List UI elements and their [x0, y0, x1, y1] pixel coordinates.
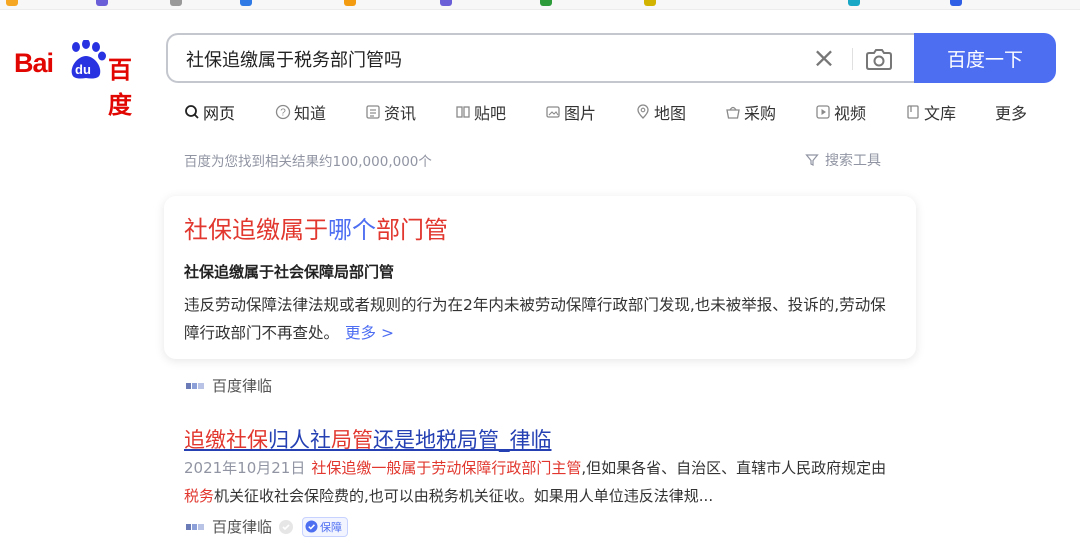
- tab-label: 更多: [995, 104, 1028, 123]
- snippet-text: ,但如果各省、自治区、直辖市人民政府规定由: [581, 459, 887, 477]
- tab-label: 网页: [203, 104, 236, 123]
- source-name: 百度律临: [212, 518, 273, 536]
- document-icon: [907, 105, 919, 119]
- logo-text-bai: Bai: [14, 48, 54, 78]
- search-icon: [185, 105, 199, 119]
- answer-card-title[interactable]: 社保追缴属于哪个部门管: [184, 210, 448, 245]
- filter-icon: [805, 154, 819, 166]
- svg-text:?: ?: [280, 108, 286, 119]
- result-snippet: 2021年10月21日 社保追缴一般属于劳动保障行政部门主管,但如果各省、自治区、…: [184, 454, 900, 510]
- result-title-link[interactable]: 追缴社保归人社局管还是地税局管_律临: [184, 424, 552, 454]
- title-plain: 还是地税局管_律临: [373, 428, 552, 452]
- tab-label: 图片: [564, 104, 597, 123]
- divider: [852, 48, 853, 70]
- camera-icon: [866, 49, 892, 70]
- result-source[interactable]: 百度律临 保障: [186, 516, 349, 537]
- verified-icon: [305, 520, 318, 533]
- tieba-icon: [456, 106, 470, 118]
- tab-map[interactable]: 地图: [635, 98, 686, 126]
- bookmark-item[interactable]: [6, 0, 22, 7]
- bookmark-item[interactable]: [344, 0, 360, 7]
- logo-text-cn: 百度: [108, 56, 132, 119]
- tab-library[interactable]: 文库: [905, 98, 956, 126]
- search-tools-label: 搜索工具: [825, 153, 881, 169]
- answer-source[interactable]: 百度律临: [186, 375, 272, 396]
- bookmarks-bar: [0, 0, 1080, 10]
- bookmark-item[interactable]: [440, 0, 456, 7]
- bookmark-item[interactable]: [644, 0, 660, 7]
- close-icon: ×: [812, 41, 836, 74]
- tab-label: 采购: [744, 104, 777, 123]
- bookmark-item[interactable]: [170, 0, 186, 7]
- logo-text-du: du: [75, 62, 91, 77]
- play-icon: [816, 105, 830, 119]
- guarantee-badge[interactable]: 保障: [302, 516, 349, 537]
- title-plain: 哪个: [328, 216, 376, 244]
- tab-tieba[interactable]: 贴吧: [455, 98, 506, 126]
- title-highlight: 部门管: [376, 216, 448, 244]
- search-box: ×: [166, 33, 914, 83]
- title-highlight: 社保追缴属于: [184, 216, 328, 244]
- tab-label: 地图: [654, 104, 687, 123]
- more-link[interactable]: 更多 >: [345, 324, 394, 342]
- snippet-highlight: 社保追缴一般属于劳动保障行政部门主管: [311, 459, 582, 477]
- tab-more[interactable]: 更多: [995, 98, 1027, 126]
- news-icon: [366, 105, 380, 119]
- source-logo-icon: [186, 382, 204, 389]
- tab-zhidao[interactable]: ? 知道: [275, 98, 326, 126]
- tab-label: 视频: [834, 104, 867, 123]
- clear-search-button[interactable]: ×: [810, 44, 838, 73]
- tab-label: 文库: [924, 104, 957, 123]
- tab-purchase[interactable]: 采购: [725, 98, 776, 126]
- result-date: 2021年10月21日: [184, 459, 306, 477]
- map-pin-icon: [637, 104, 649, 119]
- title-highlight: 局管: [331, 428, 373, 452]
- title-highlight: 追缴社保: [184, 428, 268, 452]
- bookmark-item[interactable]: [950, 0, 966, 7]
- badge-label: 保障: [320, 520, 343, 534]
- image-search-button[interactable]: [864, 45, 894, 73]
- bookmark-item[interactable]: [848, 0, 864, 7]
- tab-images[interactable]: 图片: [545, 98, 596, 126]
- results-count: 百度为您找到相关结果约100,000,000个: [184, 154, 432, 170]
- image-icon: [546, 106, 560, 118]
- tab-web[interactable]: 网页: [184, 98, 235, 126]
- tab-news[interactable]: 资讯: [365, 98, 416, 126]
- shield-icon: [278, 519, 294, 535]
- baidu-logo[interactable]: Bai du 百度: [14, 40, 148, 119]
- answer-card: 社保追缴属于哪个部门管 社保追缴属于社会保障局部门管 违反劳动保障法律法规或者规…: [164, 196, 916, 359]
- search-input[interactable]: [184, 43, 788, 75]
- source-logo-icon: [186, 523, 204, 530]
- question-icon: ?: [275, 104, 291, 120]
- title-plain: 归人社: [268, 428, 331, 452]
- snippet-text: 机关征收社会保险费的,也可以由税务机关征收。如果用人单位违反法律规...: [214, 487, 714, 505]
- answer-text: 违反劳动保障法律法规或者规则的行为在2年内未被劳动保障行政部门发现,也未被举报、…: [184, 296, 886, 342]
- bookmark-item[interactable]: [240, 0, 256, 7]
- source-name: 百度律临: [212, 377, 273, 395]
- snippet-highlight: 税务: [184, 487, 215, 505]
- bookmark-item[interactable]: [540, 0, 556, 7]
- bookmark-item[interactable]: [96, 0, 112, 7]
- search-tools-button[interactable]: 搜索工具: [805, 150, 881, 170]
- search-submit-button[interactable]: 百度一下: [914, 33, 1056, 83]
- tab-video[interactable]: 视频: [815, 98, 866, 126]
- tab-label: 贴吧: [474, 104, 507, 123]
- basket-icon: [726, 106, 740, 119]
- tab-label: 资讯: [384, 104, 417, 123]
- answer-card-subtitle: 社保追缴属于社会保障局部门管: [184, 263, 395, 281]
- tab-label: 知道: [294, 104, 327, 123]
- answer-card-body: 违反劳动保障法律法规或者规则的行为在2年内未被劳动保障行政部门发现,也未被举报、…: [184, 291, 900, 347]
